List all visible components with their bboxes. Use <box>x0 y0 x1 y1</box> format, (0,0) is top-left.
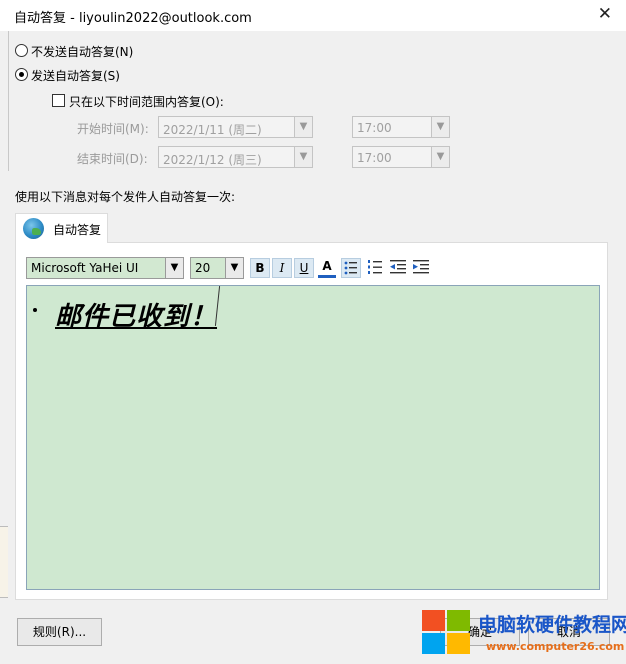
italic-button[interactable]: I <box>272 258 292 278</box>
no-reply-radio[interactable] <box>15 44 28 57</box>
watermark-url: www.computer26.com <box>486 640 625 653</box>
bullet-list-icon <box>344 261 357 275</box>
message-editor[interactable]: 邮件已收到！ <box>26 285 600 590</box>
font-value: Microsoft YaHei UI <box>31 261 139 275</box>
chevron-down-icon[interactable]: ▼ <box>294 117 312 137</box>
start-time-value: 17:00 <box>357 121 392 135</box>
chevron-down-icon[interactable]: ▼ <box>294 147 312 167</box>
rules-button[interactable]: 规则(R)... <box>17 618 102 646</box>
chevron-down-icon[interactable]: ▼ <box>431 117 449 137</box>
increase-indent-button[interactable] <box>411 258 431 278</box>
font-size-select[interactable]: 20 ▼ <box>190 257 244 279</box>
end-date-select[interactable]: 2022/1/12 (周三) ▼ <box>158 146 313 168</box>
globe-envelope-icon <box>23 218 44 239</box>
chevron-down-icon[interactable]: ▼ <box>165 258 183 278</box>
send-reply-label[interactable]: 发送自动答复(S) <box>31 67 120 84</box>
numbered-list-button[interactable] <box>365 258 385 278</box>
end-time-label: 结束时间(D): <box>77 152 148 166</box>
window-title: 自动答复 - liyoulin2022@outlook.com <box>14 11 252 26</box>
background-window-fragment <box>0 526 8 598</box>
tab-auto-reply[interactable]: 自动答复 <box>15 213 108 243</box>
start-date-select[interactable]: 2022/1/11 (周二) ▼ <box>158 116 313 138</box>
instruction-text: 使用以下消息对每个发件人自动答复一次: <box>15 190 236 204</box>
message-text: 邮件已收到！ <box>55 302 218 332</box>
tab-label: 自动答复 <box>53 223 102 237</box>
watermark-title: 电脑软硬件教程网 <box>478 614 626 636</box>
chevron-down-icon[interactable]: ▼ <box>431 147 449 167</box>
watermark: 电脑软硬件教程网 www.computer26.com <box>420 606 626 664</box>
title-bar: 自动答复 - liyoulin2022@outlook.com ✕ <box>0 0 626 31</box>
end-time-select[interactable]: 17:00 ▼ <box>352 146 450 168</box>
end-time-value: 17:00 <box>357 151 392 165</box>
time-range-label[interactable]: 只在以下时间范围内答复(O): <box>69 93 224 110</box>
start-time-label: 开始时间(M): <box>77 122 149 136</box>
end-date-value: 2022/1/12 (周三) <box>163 153 262 167</box>
decrease-indent-button[interactable] <box>388 258 408 278</box>
close-icon[interactable]: ✕ <box>598 4 612 24</box>
font-select[interactable]: Microsoft YaHei UI ▼ <box>26 257 184 279</box>
chevron-down-icon[interactable]: ▼ <box>225 258 243 278</box>
time-range-checkbox[interactable] <box>52 94 65 107</box>
send-reply-radio[interactable] <box>15 68 28 81</box>
bullet-list-button[interactable] <box>341 258 361 278</box>
start-date-value: 2022/1/11 (周二) <box>163 123 262 137</box>
bullet-marker <box>33 308 37 312</box>
background-window-edge <box>0 31 9 171</box>
increase-indent-icon <box>413 260 429 274</box>
numbered-list-icon <box>368 260 382 274</box>
no-reply-label[interactable]: 不发送自动答复(N) <box>31 43 133 60</box>
underline-button[interactable]: U <box>294 258 314 278</box>
font-color-button[interactable]: A <box>318 258 336 278</box>
windows-logo-icon <box>422 610 472 656</box>
bold-button[interactable]: B <box>250 258 270 278</box>
start-time-select[interactable]: 17:00 ▼ <box>352 116 450 138</box>
font-size-value: 20 <box>195 261 211 275</box>
decrease-indent-icon <box>390 260 406 274</box>
